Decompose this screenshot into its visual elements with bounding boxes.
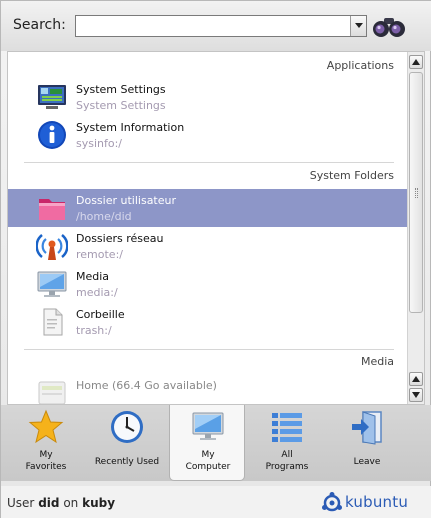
search-label: Search: bbox=[13, 17, 66, 33]
system-settings-icon bbox=[38, 85, 66, 109]
item-title: System Information bbox=[76, 121, 185, 134]
item-subtitle: remote:/ bbox=[76, 248, 123, 261]
section-header-system-folders: System Folders bbox=[309, 169, 394, 182]
list-item-media[interactable]: Media media:/ bbox=[8, 265, 408, 303]
list-item-dossier-utilisateur[interactable]: Dossier utilisateur /home/did bbox=[8, 189, 408, 227]
programs-list-icon bbox=[272, 413, 302, 442]
leave-icon bbox=[352, 411, 382, 445]
search-bar: Search: bbox=[1, 1, 431, 51]
item-title: System Settings bbox=[76, 83, 166, 96]
user-info: User did on kuby bbox=[7, 496, 116, 510]
tab-label: Recently Used bbox=[94, 457, 160, 467]
search-combo[interactable] bbox=[75, 15, 367, 37]
list-item-home-drive[interactable]: Home (66.4 Go available) bbox=[8, 374, 408, 404]
list-item-dossiers-reseau[interactable]: Dossiers réseau remote:/ bbox=[8, 227, 408, 265]
launcher-window: Search: Applications System Settings Sys… bbox=[0, 0, 431, 518]
results-panel: Applications System Settings System Sett… bbox=[7, 51, 425, 405]
section-divider bbox=[24, 349, 394, 350]
chevron-down-icon bbox=[355, 23, 363, 28]
scroll-up-button-lower[interactable] bbox=[409, 372, 423, 386]
item-title: Media bbox=[76, 270, 110, 283]
scroll-up-button[interactable] bbox=[409, 55, 423, 69]
tab-my-favorites[interactable]: My Favorites bbox=[8, 405, 84, 481]
list-item-system-settings[interactable]: System Settings System Settings bbox=[8, 78, 408, 116]
tab-label: All Programs bbox=[265, 450, 309, 472]
tab-label: My Computer bbox=[185, 450, 231, 472]
item-title: Dossier utilisateur bbox=[76, 194, 177, 207]
trash-icon bbox=[43, 308, 63, 336]
item-subtitle: trash:/ bbox=[76, 324, 112, 337]
clock-icon bbox=[111, 411, 143, 443]
user-name: did bbox=[38, 496, 60, 510]
item-subtitle: sysinfo:/ bbox=[76, 137, 123, 150]
scroll-thumb[interactable] bbox=[409, 72, 423, 313]
status-footer: User did on kuby kubuntu bbox=[1, 486, 431, 518]
tab-label: My Favorites bbox=[25, 450, 67, 472]
item-subtitle: System Settings bbox=[76, 99, 166, 112]
arrow-down-icon bbox=[412, 392, 420, 398]
computer-icon bbox=[192, 412, 224, 440]
search-input[interactable] bbox=[76, 16, 350, 36]
network-icon bbox=[36, 234, 68, 260]
brand-name: kubuntu bbox=[345, 493, 409, 511]
host-name: kuby bbox=[82, 496, 116, 510]
tab-all-programs[interactable]: All Programs bbox=[249, 405, 325, 481]
home-folder-icon bbox=[39, 199, 65, 220]
scroll-down-button[interactable] bbox=[409, 388, 423, 402]
arrow-up-icon bbox=[412, 59, 420, 65]
info-icon bbox=[38, 121, 66, 149]
tab-my-computer[interactable]: My Computer bbox=[169, 405, 245, 481]
item-subtitle: media:/ bbox=[76, 286, 118, 299]
section-header-applications: Applications bbox=[326, 59, 394, 72]
arrow-up-icon bbox=[412, 376, 420, 382]
search-dropdown-button[interactable] bbox=[350, 16, 366, 36]
tab-bar: My Favorites Recently Used My Computer A… bbox=[1, 405, 431, 481]
item-title: Dossiers réseau bbox=[76, 232, 164, 245]
star-icon bbox=[28, 409, 64, 444]
list-item-corbeille[interactable]: Corbeille trash:/ bbox=[8, 303, 408, 341]
tab-recently-used[interactable]: Recently Used bbox=[89, 405, 165, 481]
results-list: Applications System Settings System Sett… bbox=[8, 52, 408, 404]
kubuntu-logo-icon bbox=[322, 492, 342, 512]
section-divider bbox=[24, 162, 394, 163]
monitor-icon bbox=[37, 271, 67, 297]
tab-leave[interactable]: Leave bbox=[329, 405, 405, 481]
item-title: Corbeille bbox=[76, 308, 125, 321]
kubuntu-logo: kubuntu bbox=[321, 492, 425, 514]
binoculars-icon[interactable] bbox=[372, 15, 406, 39]
list-item-system-information[interactable]: System Information sysinfo:/ bbox=[8, 116, 408, 154]
item-subtitle: /home/did bbox=[76, 210, 132, 223]
section-header-media: Media bbox=[360, 355, 394, 368]
results-scrollbar[interactable] bbox=[407, 52, 424, 404]
tab-label: Leave bbox=[353, 457, 381, 467]
drive-icon bbox=[38, 381, 66, 404]
item-title: Home (66.4 Go available) bbox=[76, 379, 217, 392]
